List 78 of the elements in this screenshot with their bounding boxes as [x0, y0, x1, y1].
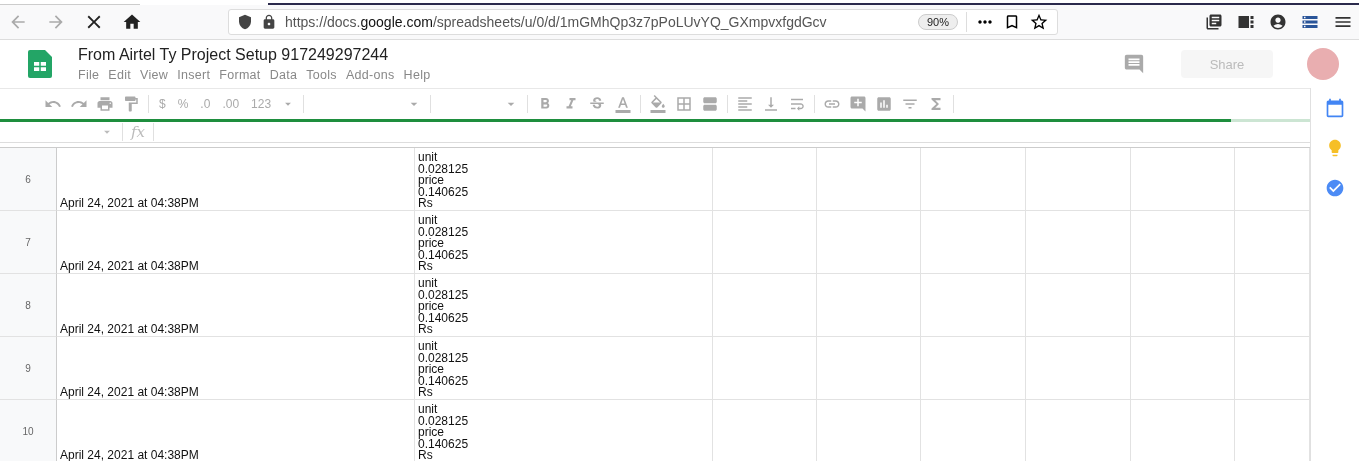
table-cell[interactable] — [921, 274, 1026, 337]
home-icon[interactable] — [122, 12, 142, 32]
row-header[interactable]: 8 — [0, 274, 57, 337]
menu-item[interactable]: Edit — [108, 68, 132, 82]
format-button[interactable]: $ — [157, 97, 168, 111]
table-cell[interactable] — [1026, 274, 1131, 337]
table-cell: April 24, 2021 at 04:38PM — [57, 211, 415, 274]
align-icon[interactable] — [736, 95, 755, 113]
table-cell[interactable] — [921, 211, 1026, 274]
url-text: https://docs.google.com/spreadsheets/u/0/d/1mGMhQp3z7pPoLUvYQ_GXmpvxfgdGcv — [285, 14, 828, 30]
table-cell: unit 0.028125 price 0.140625 Rs — [415, 400, 713, 461]
address-bar[interactable]: https://docs.google.com/spreadsheets/u/0/d/1mGMhQp3z7pPoLUvYQ_GXmpvxfgdGcv 90% — [228, 9, 1058, 35]
library-icon[interactable] — [1205, 13, 1223, 31]
table-cell[interactable] — [713, 148, 817, 211]
format-button[interactable]: .00 — [220, 97, 242, 111]
menu-item[interactable]: Data — [269, 68, 298, 82]
chart-icon[interactable] — [875, 95, 894, 113]
account-icon[interactable] — [1269, 13, 1287, 31]
menu-item[interactable]: Tools — [306, 68, 337, 82]
table-cell: unit 0.028125 price 0.140625 Rs — [415, 337, 713, 400]
table-cell[interactable] — [713, 211, 817, 274]
menu-item[interactable]: Insert — [177, 68, 211, 82]
table-cell[interactable] — [1131, 274, 1235, 337]
table-cell: April 24, 2021 at 04:38PM — [57, 274, 415, 337]
borders-icon[interactable] — [675, 95, 694, 113]
row-header[interactable]: 7 — [0, 211, 57, 274]
paint-format-icon[interactable] — [122, 95, 140, 113]
table-cell[interactable] — [921, 148, 1026, 211]
table-cell[interactable] — [1235, 337, 1310, 400]
table-cell[interactable] — [1235, 211, 1310, 274]
comment-icon[interactable] — [1123, 53, 1145, 75]
table-cell: April 24, 2021 at 04:38PM — [57, 337, 415, 400]
table-cell[interactable] — [817, 148, 921, 211]
avatar[interactable] — [1307, 48, 1339, 80]
table-cell[interactable] — [1026, 337, 1131, 400]
table-cell: unit 0.028125 price 0.140625 Rs — [415, 148, 713, 211]
fill-color-icon[interactable] — [649, 95, 668, 113]
format-button[interactable]: 123 — [249, 97, 274, 111]
lock-icon — [261, 14, 277, 30]
table-cell[interactable] — [817, 211, 921, 274]
menu-item[interactable]: Help — [403, 68, 431, 82]
menu-item[interactable]: Add-ons — [345, 68, 395, 82]
star-icon[interactable] — [1029, 12, 1049, 32]
table-cell[interactable] — [713, 337, 817, 400]
table-cell: unit 0.028125 price 0.140625 Rs — [415, 211, 713, 274]
menu-item[interactable]: View — [140, 68, 169, 82]
table-cell[interactable] — [921, 337, 1026, 400]
add-comment-icon[interactable] — [849, 95, 868, 113]
table-cell[interactable] — [1131, 337, 1235, 400]
table-cell[interactable] — [1131, 148, 1235, 211]
row-header[interactable]: 6 — [0, 148, 57, 211]
table-cell[interactable] — [1235, 274, 1310, 337]
format-button[interactable]: .0 — [198, 97, 213, 111]
table-cell[interactable] — [817, 337, 921, 400]
row-header[interactable]: 9 — [0, 337, 57, 400]
table-cell[interactable] — [713, 274, 817, 337]
merge-icon[interactable] — [701, 95, 720, 113]
table-cell: April 24, 2021 at 04:38PM — [57, 400, 415, 461]
table-cell[interactable] — [1026, 211, 1131, 274]
menu-item[interactable]: Format — [219, 68, 261, 82]
table-cell: unit 0.028125 price 0.140625 Rs — [415, 274, 713, 337]
print-icon[interactable] — [96, 95, 114, 113]
table-cell[interactable] — [1235, 148, 1310, 211]
table-cell[interactable] — [1026, 148, 1131, 211]
format-button[interactable]: % — [175, 97, 191, 111]
menu-item[interactable]: File — [78, 68, 100, 82]
sidebar-icon[interactable] — [1237, 13, 1255, 31]
zoom-level[interactable]: 90% — [917, 14, 958, 30]
sheets-logo[interactable] — [28, 50, 52, 78]
shield-icon — [237, 14, 253, 30]
text-color-icon[interactable] — [614, 95, 633, 113]
row-header[interactable]: 10 — [0, 400, 57, 461]
table-cell[interactable] — [1131, 211, 1235, 274]
function-label: fx — [131, 123, 145, 141]
document-title[interactable]: From Airtel Ty Project Setup 917249297244 — [78, 46, 1107, 64]
table-cell: April 24, 2021 at 04:38PM — [57, 148, 415, 211]
calendar-icon[interactable] — [1325, 98, 1345, 118]
table-cell[interactable] — [817, 274, 921, 337]
